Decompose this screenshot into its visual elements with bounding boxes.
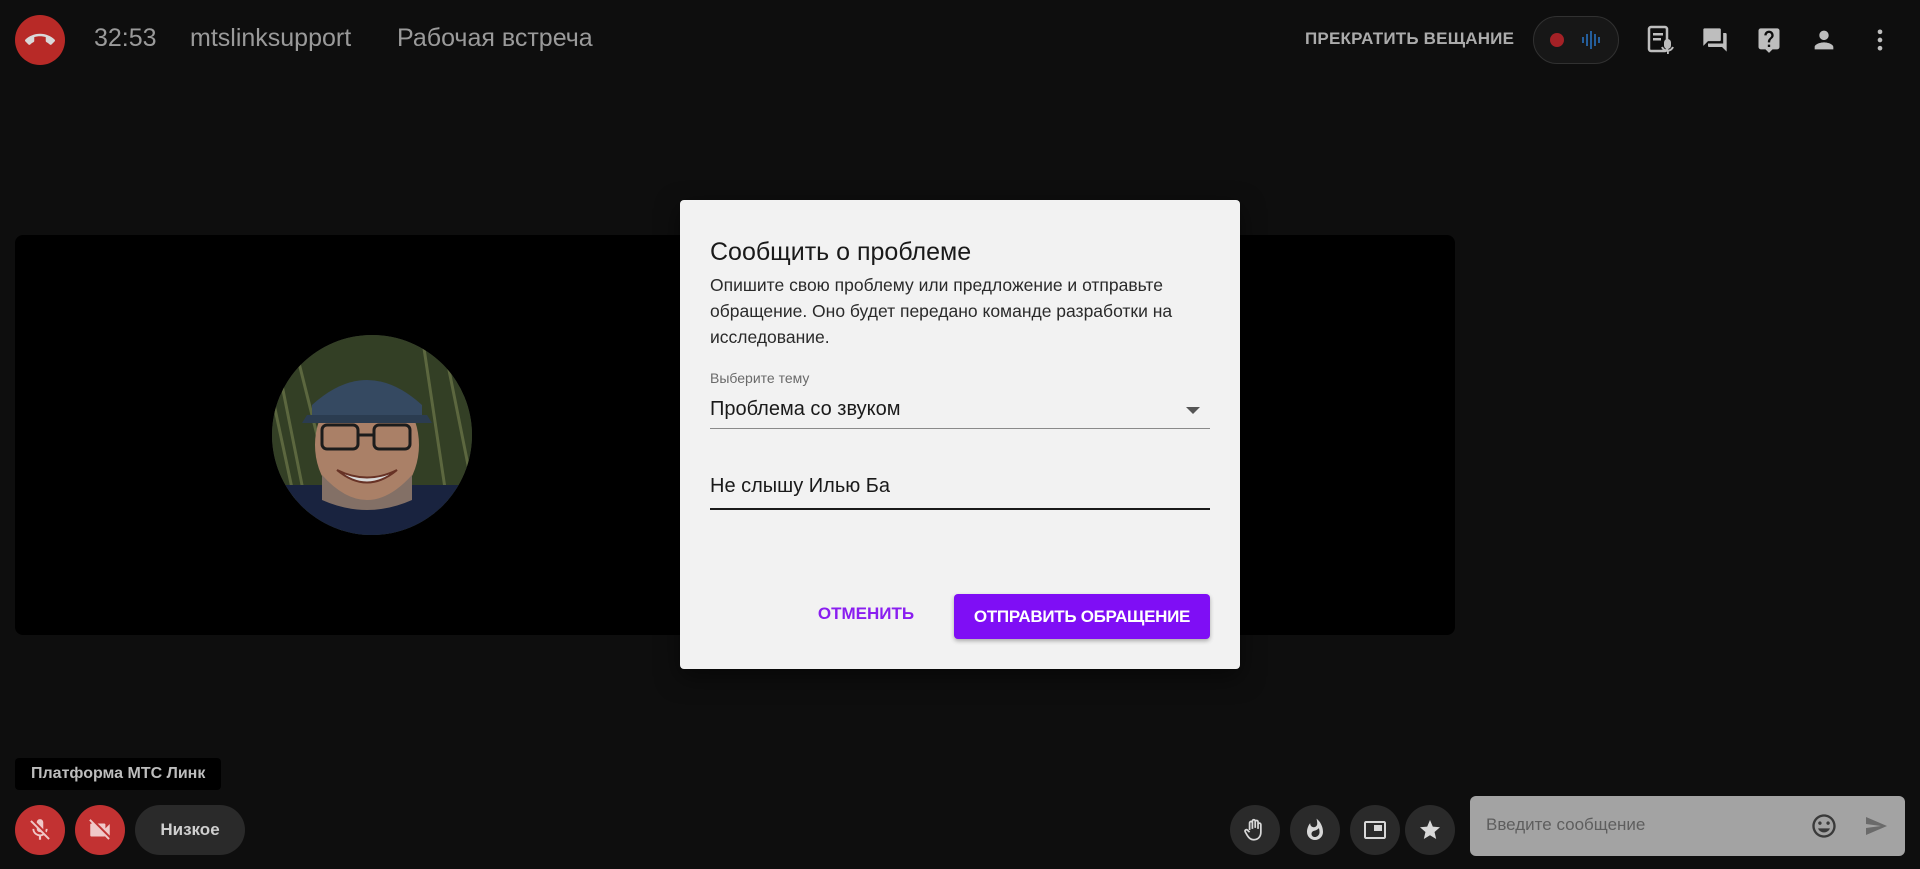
topic-select-label: Выберите тему [710,370,810,386]
chat-placeholder: Введите сообщение [1486,815,1646,834]
favorite-button[interactable] [1405,805,1455,855]
raise-hand-button[interactable] [1230,805,1280,855]
picture-in-picture-icon [1364,821,1386,839]
topic-select[interactable]: Проблема со звуком [710,393,1210,429]
fire-icon [1307,818,1323,840]
microphone-toggle-button[interactable] [15,805,65,855]
dropdown-arrow-icon [1186,407,1200,414]
emoji-icon[interactable] [1810,812,1838,840]
submit-report-button[interactable]: ОТПРАВИТЬ ОБРАЩЕНИЕ [954,594,1210,639]
video-quality-button[interactable]: Низкое [135,805,245,855]
problem-message-field[interactable]: Не слышу Илью Ба [710,470,1210,510]
cancel-button[interactable]: ОТМЕНИТЬ [800,592,932,636]
camera-off-icon [89,819,110,840]
mic-off-icon [30,819,50,840]
reaction-button[interactable] [1290,805,1340,855]
picture-in-picture-button[interactable] [1350,805,1400,855]
send-icon[interactable] [1863,814,1889,838]
chat-message-input[interactable]: Введите сообщение [1470,796,1905,856]
participant-name-label: Платформа МТС Линк [15,758,222,790]
star-icon [1420,820,1440,839]
dialog-description: Опишите свою проблему или предложение и … [710,275,1173,347]
camera-toggle-button[interactable] [75,805,125,855]
raise-hand-icon [1244,818,1262,841]
topic-select-value: Проблема со звуком [710,398,901,420]
dialog-title: Сообщить о проблеме [710,238,972,266]
problem-message-value: Не слышу Илью Ба [710,475,891,497]
